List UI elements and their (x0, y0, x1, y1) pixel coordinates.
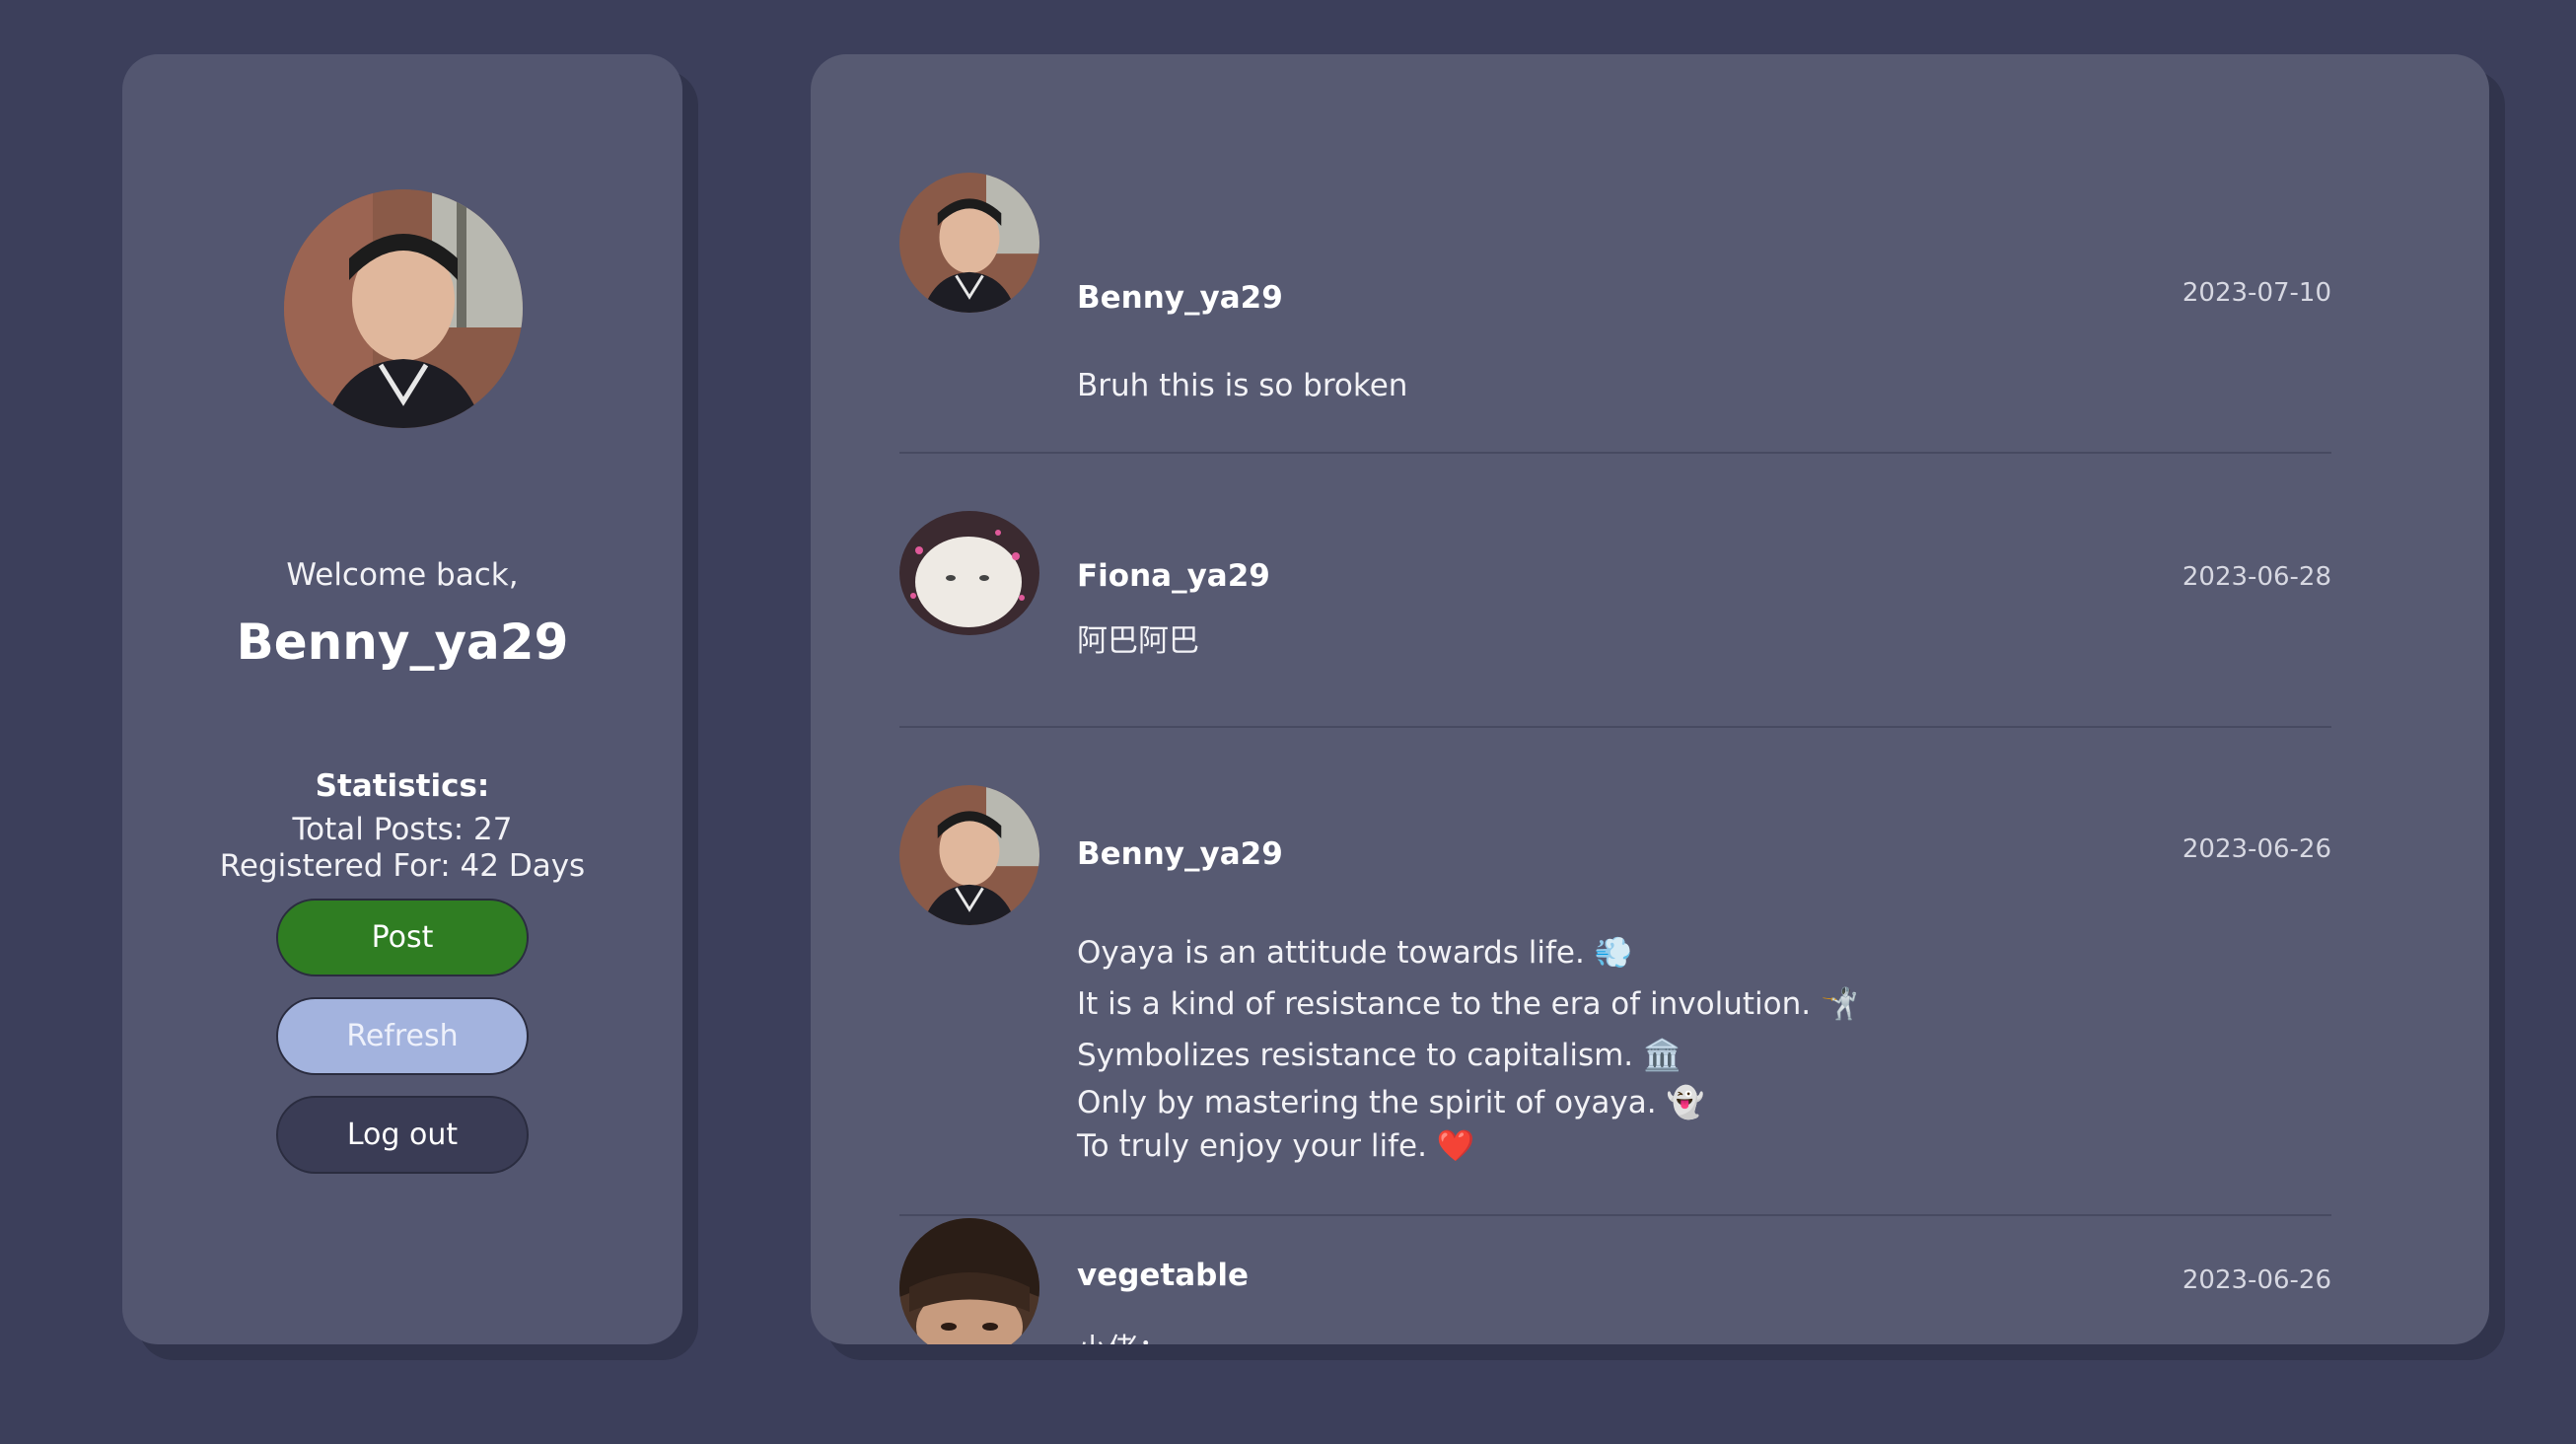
post-line: Symbolizes resistance to capitalism. 🏛️ (1077, 1038, 1682, 1073)
logout-button[interactable]: Log out (276, 1096, 529, 1174)
profile-username: Benny_ya29 (236, 614, 569, 671)
post-content: Bruh this is so broken (1077, 360, 1407, 411)
registered-for-stat: Registered For: 42 Days (219, 848, 586, 884)
post-date: 2023-06-26 (2182, 834, 2331, 864)
post-author[interactable]: vegetable (1077, 1258, 1249, 1293)
post-divider (899, 1214, 2331, 1216)
post-button[interactable]: Post (276, 899, 529, 976)
post-line: To truly enjoy your life. ❤️ (1077, 1128, 1475, 1164)
refresh-button[interactable]: Refresh (276, 997, 529, 1075)
post-line: It is a kind of resistance to the era of… (1077, 986, 1859, 1022)
post-date: 2023-06-26 (2182, 1265, 2331, 1295)
post-line: 小佬： (1077, 1325, 1169, 1344)
post-feed[interactable]: Benny_ya29 2023-07-10 Bruh this is so br… (811, 54, 2489, 1344)
user-photo-benny (899, 173, 1039, 313)
post-line: Oyaya is an attitude towards life. 💨 (1077, 935, 1633, 971)
user-photo-vegetable (899, 1218, 1039, 1344)
welcome-text: Welcome back, (286, 557, 519, 593)
total-posts-stat: Total Posts: 27 (292, 812, 513, 847)
profile-panel: Welcome back, Benny_ya29 Statistics: Tot… (122, 54, 682, 1344)
post-date: 2023-07-10 (2182, 278, 2331, 308)
post-content: Oyaya is an attitude towards life. 💨 It … (1077, 927, 1859, 1168)
post-divider (899, 726, 2331, 728)
statistics-heading: Statistics: (315, 768, 490, 804)
post-content: 小佬： (1077, 1325, 1169, 1344)
avatar (284, 189, 523, 428)
user-photo-fiona-cat (899, 511, 1039, 635)
post-line: Bruh this is so broken (1077, 368, 1408, 403)
user-photo-benny (284, 189, 523, 428)
post-author[interactable]: Fiona_ya29 (1077, 558, 1270, 594)
post-avatar[interactable] (899, 511, 1039, 635)
post-avatar[interactable] (899, 785, 1039, 925)
post-author[interactable]: Benny_ya29 (1077, 280, 1283, 316)
post-author[interactable]: Benny_ya29 (1077, 836, 1283, 872)
post-line: Only by mastering the spirit of oyaya. 👻 (1077, 1085, 1705, 1120)
post-avatar[interactable] (899, 1218, 1039, 1344)
post-divider (899, 452, 2331, 454)
post-line: 阿巴阿巴 (1077, 623, 1199, 659)
post-avatar[interactable] (899, 173, 1039, 313)
post-date: 2023-06-28 (2182, 562, 2331, 592)
post-content: 阿巴阿巴 (1077, 615, 1199, 667)
user-photo-benny (899, 785, 1039, 925)
